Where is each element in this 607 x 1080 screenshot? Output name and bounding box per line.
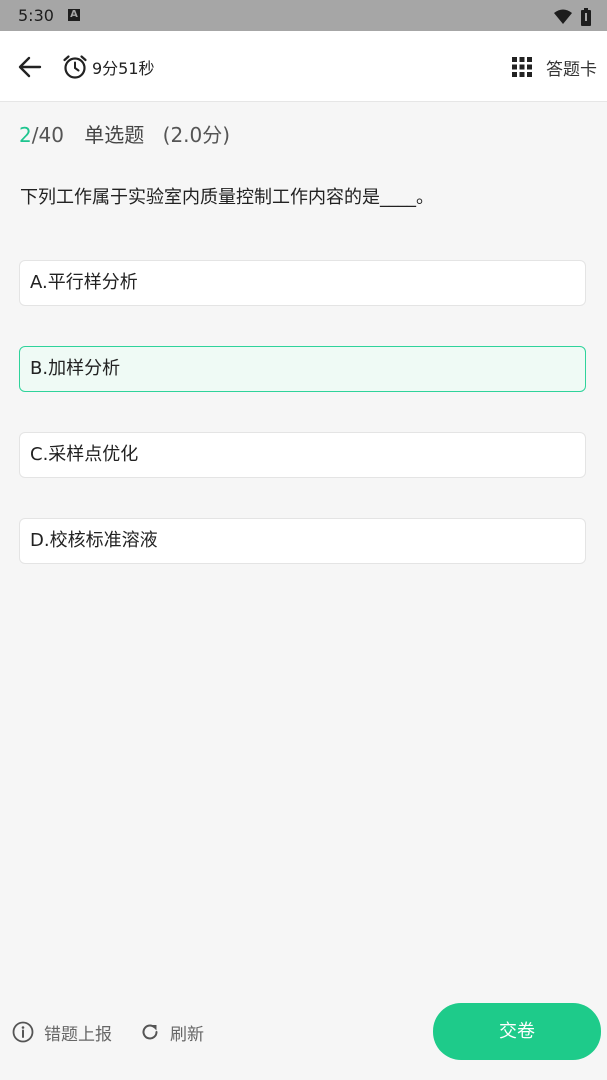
answer-card-button[interactable]: 答题卡: [512, 53, 597, 81]
refresh-label: 刷新: [170, 1024, 204, 1045]
question-total: /40: [31, 123, 64, 147]
app-bar: 9分51秒 答题卡: [0, 31, 607, 102]
submit-exam-button[interactable]: 交卷: [433, 1003, 601, 1060]
status-bar: 5:30 A: [0, 0, 607, 31]
question-type: 单选题: [84, 123, 145, 147]
arrow-left-icon: [18, 56, 42, 78]
refresh-button[interactable]: 刷新: [140, 1018, 204, 1046]
grid-icon: [512, 57, 532, 77]
option-c[interactable]: C.采样点优化: [19, 432, 586, 478]
a-icon: A: [68, 9, 80, 21]
question-header: 2/40 单选题 (2.0分): [19, 119, 230, 148]
answer-card-label: 答题卡: [546, 59, 597, 80]
info-circle-icon: [12, 1021, 34, 1043]
timer-text: 9分51秒: [92, 59, 155, 78]
battery-icon: [581, 7, 591, 26]
option-a[interactable]: A.平行样分析: [19, 260, 586, 306]
question-stem: 下列工作属于实验室内质量控制工作内容的是____。: [20, 187, 434, 208]
back-button[interactable]: [16, 53, 44, 81]
option-d[interactable]: D.校核标准溶液: [19, 518, 586, 564]
option-b[interactable]: B.加样分析: [19, 346, 586, 392]
status-icons: [550, 6, 591, 26]
question-score: (2.0分): [162, 123, 231, 147]
countdown-timer: 9分51秒: [62, 53, 155, 81]
question-current-number: 2: [19, 123, 32, 147]
wifi-icon: [553, 9, 572, 24]
report-error-label: 错题上报: [44, 1024, 112, 1045]
status-time: 5:30: [18, 6, 54, 25]
report-error-button[interactable]: 错题上报: [12, 1018, 112, 1046]
alarm-clock-icon: [63, 55, 87, 79]
refresh-icon: [142, 1024, 158, 1040]
